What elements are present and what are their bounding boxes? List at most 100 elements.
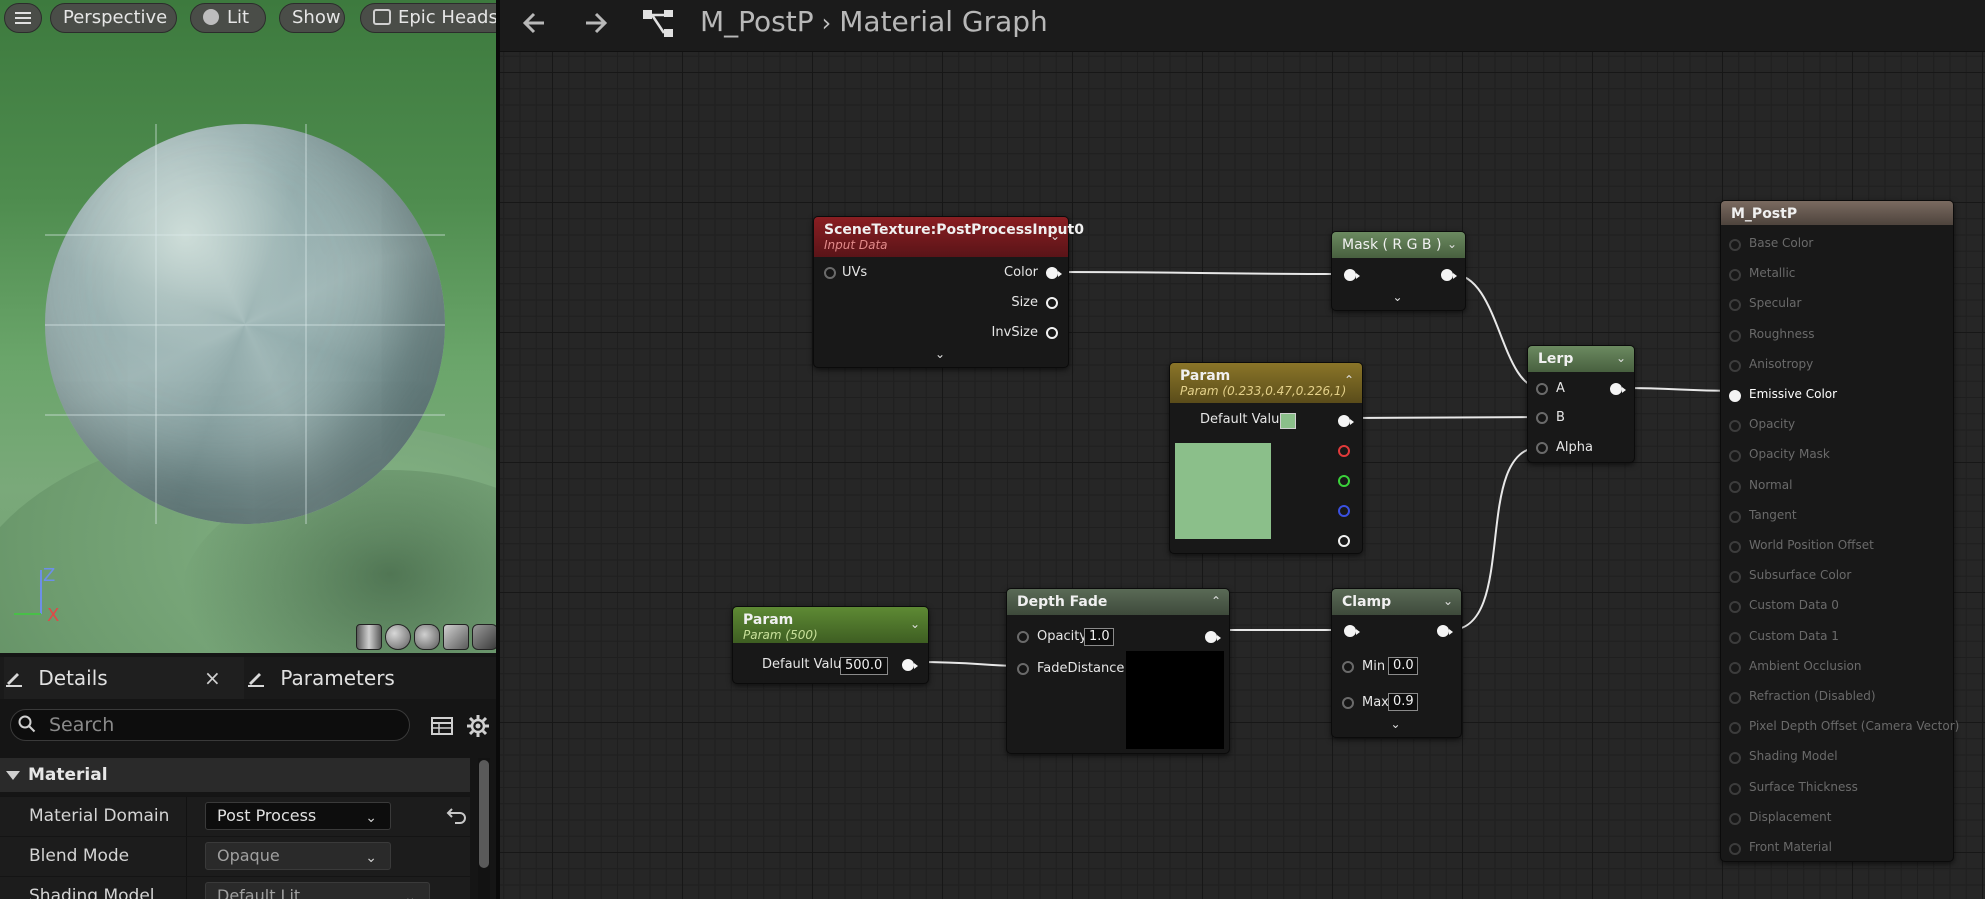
pin-uvs[interactable] <box>824 267 836 279</box>
pin-lerp-b[interactable] <box>1536 412 1548 424</box>
node-header[interactable]: Param Param (0.233,0.47,0.226,1) <box>1170 363 1362 403</box>
details-scrollbar[interactable] <box>478 758 490 899</box>
category-material[interactable]: Material <box>0 758 470 792</box>
result-input-row[interactable]: Base Color <box>1729 233 1929 257</box>
result-input-pin[interactable] <box>1729 329 1741 342</box>
result-input-row[interactable]: World Position Offset <box>1729 535 1929 559</box>
result-input-pin[interactable] <box>1729 359 1741 372</box>
result-input-pin[interactable] <box>1729 722 1741 735</box>
result-input-pin[interactable] <box>1729 480 1741 493</box>
plane-shape-button[interactable] <box>414 624 440 650</box>
search-input[interactable] <box>49 713 399 737</box>
material-domain-combo[interactable]: Post Process ⌄ <box>205 802 391 830</box>
pin-scalar-out[interactable] <box>902 659 918 671</box>
node-result[interactable]: M_PostP Base Color Metallic Specular Roughn… <box>1720 200 1959 862</box>
shading-model-combo[interactable]: Default Lit ⌄ <box>205 882 430 899</box>
pin-lerp-a[interactable] <box>1536 383 1548 395</box>
table-view-icon[interactable] <box>430 714 454 738</box>
node-header[interactable]: Mask ( R G B ) <box>1332 232 1465 258</box>
pin-lerp-out[interactable] <box>1610 383 1626 395</box>
node-header[interactable]: Depth Fade <box>1007 589 1229 615</box>
close-icon[interactable]: × <box>204 657 221 699</box>
pin-depthfade-out[interactable] <box>1205 631 1221 643</box>
gear-icon[interactable] <box>466 714 490 738</box>
prop-splitter[interactable] <box>186 797 187 837</box>
chevron-down-icon[interactable]: ⌄ <box>1050 229 1060 243</box>
min-value-field[interactable]: 0.0 <box>1388 657 1418 675</box>
node-header[interactable]: Param Param (500) <box>733 607 928 643</box>
pin-b-out[interactable] <box>1338 505 1350 517</box>
node-lerp[interactable]: Lerp ⌄ A B Alpha <box>1527 345 1635 463</box>
result-input-pin[interactable] <box>1729 812 1741 825</box>
result-input-pin[interactable] <box>1729 450 1741 463</box>
result-input-row[interactable]: Shading Model <box>1729 746 1929 770</box>
pin-clamp-in[interactable] <box>1344 625 1360 637</box>
pin-r-out[interactable] <box>1338 445 1350 457</box>
result-input-pin[interactable] <box>1729 299 1741 312</box>
result-input-pin[interactable] <box>1729 571 1741 584</box>
result-input-pin[interactable] <box>1729 269 1741 282</box>
prop-splitter[interactable] <box>186 837 187 877</box>
chevron-down-icon[interactable]: ⌄ <box>1393 290 1403 304</box>
node-depth-fade[interactable]: Depth Fade ⌃ Opacity 1.0 FadeDistance <box>1006 588 1230 754</box>
tab-details[interactable]: Details × <box>4 657 244 699</box>
result-input-pin[interactable] <box>1729 541 1741 553</box>
result-input-pin[interactable] <box>1729 843 1741 855</box>
result-input-pin[interactable] <box>1729 692 1741 704</box>
result-input-row[interactable]: Specular <box>1729 293 1929 317</box>
blend-mode-combo[interactable]: Opaque ⌄ <box>205 842 391 870</box>
result-input-pin[interactable] <box>1729 239 1741 251</box>
pin-max[interactable] <box>1342 697 1354 709</box>
node-scalar-param[interactable]: Param Param (500) ⌄ Default Value 500.0 <box>732 606 929 684</box>
result-input-row[interactable]: Anisotropy <box>1729 354 1929 378</box>
pin-g-out[interactable] <box>1338 475 1350 487</box>
back-arrow-icon[interactable] <box>518 8 554 38</box>
pin-min[interactable] <box>1342 661 1354 673</box>
result-input-row[interactable]: Pixel Depth Offset (Camera Vector) <box>1729 716 1959 740</box>
node-header[interactable]: SceneTexture:PostProcessInput0 Input Dat… <box>814 217 1084 257</box>
pin-clamp-out[interactable] <box>1437 625 1453 637</box>
show-button[interactable]: Show <box>279 3 345 33</box>
pin-size-out[interactable] <box>1046 297 1058 309</box>
color-swatch[interactable] <box>1280 413 1296 429</box>
chevron-up-icon[interactable]: ⌃ <box>1211 594 1221 608</box>
result-input-row[interactable]: Opacity <box>1729 414 1929 438</box>
chevron-down-icon[interactable]: ⌄ <box>1616 351 1626 365</box>
pin-a-out[interactable] <box>1338 535 1350 547</box>
cylinder-shape-button[interactable] <box>356 624 382 650</box>
pin-invsize-out[interactable] <box>1046 327 1058 339</box>
opacity-value-field[interactable]: 1.0 <box>1084 628 1114 646</box>
pin-fade-distance[interactable] <box>1017 663 1029 675</box>
headset-button[interactable]: Epic Headset <box>360 3 496 33</box>
node-header[interactable]: Clamp <box>1332 589 1461 615</box>
pin-mask-out[interactable] <box>1441 269 1457 281</box>
breadcrumb-asset[interactable]: M_PostP <box>700 5 814 38</box>
details-search-box[interactable] <box>10 709 410 741</box>
result-input-row[interactable]: Metallic <box>1729 263 1929 287</box>
result-input-pin[interactable] <box>1729 782 1741 795</box>
result-input-row[interactable]: Refraction (Disabled) <box>1729 686 1929 710</box>
chevron-down-icon[interactable]: ⌄ <box>935 347 945 361</box>
custom-mesh-button[interactable] <box>472 624 496 650</box>
result-input-row[interactable]: Surface Thickness <box>1729 777 1929 801</box>
pin-lerp-alpha[interactable] <box>1536 442 1548 454</box>
result-input-row[interactable]: Front Material <box>1729 837 1929 861</box>
result-input-row[interactable]: Displacement <box>1729 807 1929 831</box>
pin-color-out[interactable] <box>1046 267 1062 279</box>
result-input-pin[interactable] <box>1729 390 1741 402</box>
forward-arrow-icon[interactable] <box>576 8 612 38</box>
chevron-down-icon[interactable]: ⌄ <box>1447 237 1457 251</box>
prop-splitter[interactable] <box>186 877 187 899</box>
lit-button[interactable]: Lit <box>190 3 266 33</box>
max-value-field[interactable]: 0.9 <box>1388 693 1418 711</box>
chevron-up-icon[interactable]: ⌃ <box>1344 373 1354 387</box>
chevron-down-icon[interactable]: ⌄ <box>1391 717 1401 731</box>
tab-parameters[interactable]: Parameters <box>246 657 486 699</box>
result-input-pin[interactable] <box>1729 661 1741 674</box>
result-input-pin[interactable] <box>1729 601 1741 614</box>
result-input-row[interactable]: Roughness <box>1729 324 1929 348</box>
reset-to-default-icon[interactable] <box>446 804 468 826</box>
viewport-menu-button[interactable] <box>4 3 42 33</box>
cube-shape-button[interactable] <box>443 624 469 650</box>
result-input-row[interactable]: Emissive Color <box>1729 384 1929 408</box>
